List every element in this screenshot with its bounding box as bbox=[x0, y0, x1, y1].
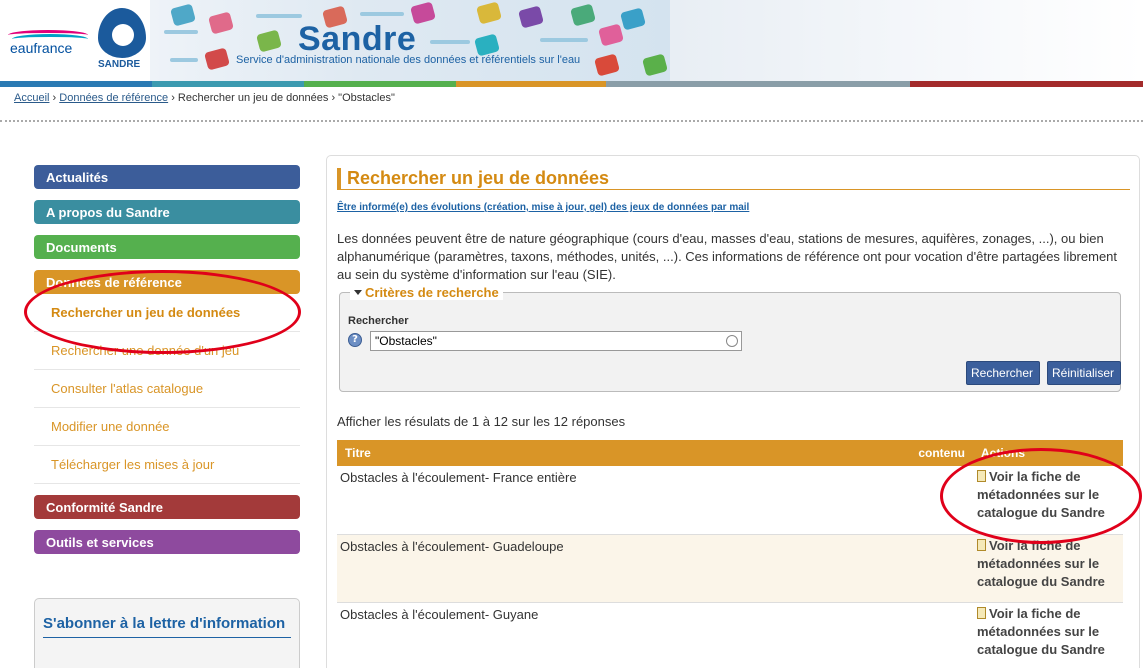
row-title: Obstacles à l'écoulement- Guadeloupe bbox=[337, 534, 883, 603]
submenu-donnees-reference: Rechercher un jeu de données Rechercher … bbox=[34, 294, 300, 484]
column-header-actions: Actions bbox=[973, 440, 1123, 466]
main-panel: Rechercher un jeu de données Être inform… bbox=[326, 155, 1140, 668]
color-bar-segment bbox=[910, 81, 1143, 87]
eaufrance-logo[interactable]: eaufrance bbox=[6, 28, 94, 64]
menu-item-conformite[interactable]: Conformité Sandre bbox=[34, 495, 300, 519]
breadcrumb-reference-data-link[interactable]: Données de référence bbox=[59, 92, 168, 104]
arrow-icon bbox=[256, 14, 302, 18]
criteria-toggle[interactable]: Critères de recherche bbox=[350, 285, 503, 300]
submenu-item-atlas-catalogue[interactable]: Consulter l'atlas catalogue bbox=[34, 370, 300, 408]
search-criteria-panel: Critères de recherche Rechercher ? "Obst… bbox=[339, 285, 1121, 392]
row-content bbox=[883, 602, 973, 668]
metadata-link[interactable]: Voir la fiche de métadonnées sur le cata… bbox=[977, 605, 1119, 659]
sandre-logo-text: SANDRE bbox=[98, 59, 141, 70]
newsletter-title: S'abonner à la lettre d'information bbox=[43, 615, 286, 632]
sandre-logo[interactable]: SANDRE bbox=[96, 8, 150, 74]
arrow-icon bbox=[540, 38, 588, 42]
results-summary: Afficher les résulats de 1 à 12 sur les … bbox=[337, 414, 626, 429]
metadata-link[interactable]: Voir la fiche de métadonnées sur le cata… bbox=[977, 468, 1119, 522]
menu-item-actualites[interactable]: Actualités bbox=[34, 165, 300, 189]
results-table: Titre contenu Actions Obstacles à l'écou… bbox=[337, 440, 1123, 668]
column-header-title[interactable]: Titre bbox=[337, 440, 883, 466]
search-input[interactable]: "Obstacles" bbox=[370, 331, 742, 351]
submenu-item-rechercher-jeu[interactable]: Rechercher un jeu de données bbox=[34, 294, 300, 332]
newsletter-box: S'abonner à la lettre d'information bbox=[34, 598, 300, 668]
row-title: Obstacles à l'écoulement- France entière bbox=[337, 466, 883, 535]
table-row: Obstacles à l'écoulement- Guadeloupe Voi… bbox=[337, 534, 1123, 603]
row-title: Obstacles à l'écoulement- Guyane bbox=[337, 602, 883, 668]
menu-item-a-propos[interactable]: A propos du Sandre bbox=[34, 200, 300, 224]
water-drop-icon bbox=[98, 8, 146, 58]
document-icon bbox=[977, 470, 986, 482]
menu-item-donnees-reference[interactable]: Données de référence bbox=[34, 270, 300, 294]
page-title: Rechercher un jeu de données bbox=[337, 168, 1130, 190]
table-row: Obstacles à l'écoulement- France entière… bbox=[337, 466, 1123, 535]
reset-button[interactable]: Réinitialiser bbox=[1047, 361, 1121, 385]
metadata-link-label: Voir la fiche de métadonnées sur le cata… bbox=[977, 537, 1105, 589]
site-subtitle: Service d'administration nationale des d… bbox=[236, 54, 581, 66]
breadcrumb-current: "Obstacles" bbox=[338, 92, 395, 104]
breadcrumb-home-link[interactable]: Accueil bbox=[14, 92, 49, 104]
submenu-item-modifier-donnee[interactable]: Modifier une donnée bbox=[34, 408, 300, 446]
table-header-row: Titre contenu Actions bbox=[337, 440, 1123, 466]
clear-search-icon[interactable] bbox=[726, 335, 738, 347]
search-label: Rechercher bbox=[348, 315, 409, 327]
document-icon bbox=[977, 606, 986, 619]
header-color-bar bbox=[0, 81, 1143, 87]
arrow-icon bbox=[430, 40, 470, 44]
breadcrumb-separator: › bbox=[52, 92, 57, 104]
color-bar-segment bbox=[456, 81, 606, 87]
page-description: Les données peuvent être de nature géogr… bbox=[337, 231, 1118, 282]
search-button[interactable]: Rechercher bbox=[966, 361, 1040, 385]
menu-item-documents[interactable]: Documents bbox=[34, 235, 300, 259]
notification-subscribe-link[interactable]: Être informé(e) des évolutions (création… bbox=[337, 202, 749, 213]
eaufrance-logo-text: eaufrance bbox=[10, 40, 73, 56]
metadata-link-label: Voir la fiche de métadonnées sur le cata… bbox=[977, 605, 1105, 657]
sidebar: Actualités A propos du Sandre Documents … bbox=[34, 165, 300, 565]
menu-item-outils-services[interactable]: Outils et services bbox=[34, 530, 300, 554]
metadata-link[interactable]: Voir la fiche de métadonnées sur le cata… bbox=[977, 537, 1119, 591]
arrow-icon bbox=[164, 30, 198, 34]
breadcrumb-search-dataset: Rechercher un jeu de données bbox=[177, 92, 329, 104]
color-bar-segment bbox=[152, 81, 304, 87]
breadcrumb: Accueil › Données de référence › Recherc… bbox=[14, 92, 395, 104]
submenu-item-rechercher-donnee[interactable]: Rechercher une donnée d'un jeu bbox=[34, 332, 300, 370]
breadcrumb-separator: › bbox=[171, 92, 175, 104]
column-header-content: contenu bbox=[883, 440, 973, 466]
color-bar-segment bbox=[606, 81, 910, 87]
document-icon bbox=[977, 538, 986, 551]
criteria-legend-label: Critères de recherche bbox=[365, 285, 499, 300]
help-icon[interactable]: ? bbox=[348, 333, 362, 347]
divider bbox=[0, 120, 1143, 122]
metadata-link-label: Voir la fiche de métadonnées sur le cata… bbox=[977, 469, 1105, 520]
breadcrumb-separator: › bbox=[331, 92, 336, 104]
arrow-icon bbox=[360, 12, 404, 16]
submenu-item-telecharger-mises-a-jour[interactable]: Télécharger les mises à jour bbox=[34, 446, 300, 484]
table-row: Obstacles à l'écoulement- Guyane Voir la… bbox=[337, 602, 1123, 668]
site-header: eaufrance SANDRE Sandre Service d'admini… bbox=[0, 0, 1143, 82]
arrow-icon bbox=[170, 58, 198, 62]
row-content bbox=[883, 534, 973, 603]
color-bar-segment bbox=[0, 81, 152, 87]
color-bar-segment bbox=[304, 81, 456, 87]
collapse-triangle-icon bbox=[354, 290, 362, 295]
row-content bbox=[883, 466, 973, 535]
